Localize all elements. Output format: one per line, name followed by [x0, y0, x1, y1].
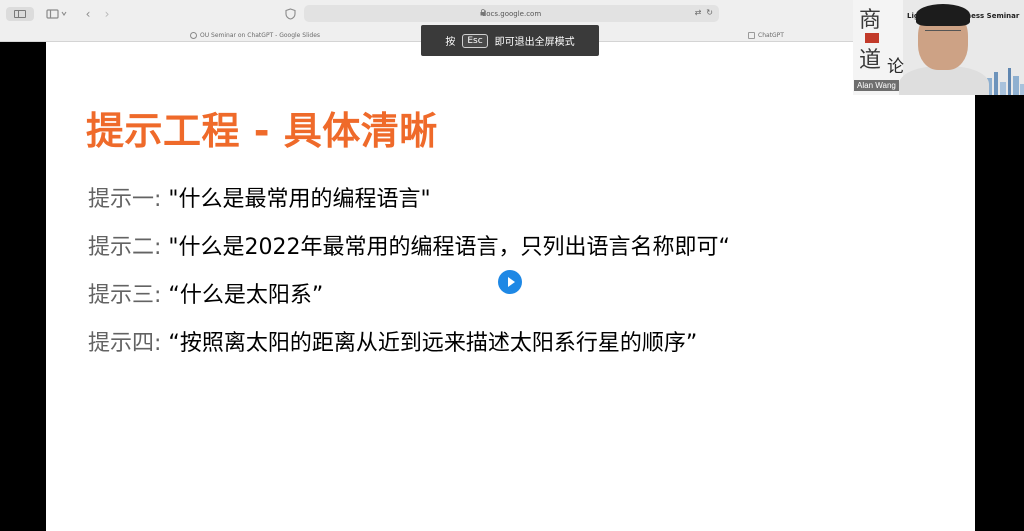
- calligraphy-char: 商: [859, 8, 882, 33]
- prompt-label: 提示四:: [88, 331, 162, 356]
- esc-key-badge: Esc: [462, 33, 488, 48]
- back-icon: ‹: [85, 7, 91, 21]
- prompt-text: “按照离太阳的距离从近到远来描述太阳系行星的顺序”: [161, 331, 698, 356]
- tab-label: OU Seminar on ChatGPT - Google Slides: [200, 31, 321, 39]
- google-favicon-icon: [190, 31, 197, 39]
- banner-title: iness Seminar: [963, 12, 1020, 20]
- calligraphy-char: 论: [887, 57, 904, 77]
- tab-google-slides[interactable]: OU Seminar on ChatGPT - Google Slides: [190, 28, 320, 42]
- shield-icon: [284, 8, 296, 20]
- prompt-text: "什么是最常用的编程语言": [161, 187, 431, 212]
- prompt-item: 提示四: “按照离太阳的距离从近到远来描述太阳系行星的顺序”: [88, 325, 697, 357]
- participant-name-tag: Alan Wang: [854, 80, 899, 91]
- tab-overview-button[interactable]: [46, 7, 68, 21]
- forward-icon: ›: [104, 7, 110, 21]
- sidebar-toggle-button[interactable]: [6, 7, 34, 21]
- prompt-item: 提示一: "什么是最常用的编程语言": [88, 181, 431, 213]
- prompt-label: 提示二:: [88, 235, 162, 260]
- fullscreen-exit-hint: 按 Esc 即可退出全屏模式: [421, 25, 599, 56]
- prompt-label: 提示一:: [88, 187, 162, 212]
- back-button[interactable]: ‹: [82, 7, 94, 21]
- sidebar-icon: [14, 10, 26, 18]
- tab-label: ChatGPT: [758, 31, 784, 39]
- translate-icon[interactable]: ⇄: [695, 8, 702, 17]
- lock-icon: [480, 9, 486, 16]
- webcam-overlay: 商 道 论 Lig iness Seminar Alan Wang: [853, 0, 1024, 95]
- tabs-overview-icon: [46, 9, 67, 19]
- hint-suffix: 即可退出全屏模式: [494, 37, 575, 48]
- privacy-shield-button[interactable]: [284, 7, 296, 21]
- prompt-item: 提示三: “什么是太阳系”: [88, 277, 323, 309]
- play-button[interactable]: [498, 270, 522, 294]
- tab-chatgpt[interactable]: ChatGPT: [748, 28, 784, 42]
- forward-button[interactable]: ›: [101, 7, 113, 21]
- chatgpt-favicon-icon: [748, 31, 755, 39]
- play-icon: [507, 277, 515, 287]
- url-text: docs.google.com: [481, 9, 542, 18]
- calligraphy-char: 道: [859, 48, 882, 73]
- person-shoulders: [899, 66, 989, 95]
- slide-title: 提示工程 - 具体清晰: [86, 109, 438, 153]
- reload-icon[interactable]: ↻: [706, 8, 713, 17]
- prompt-text: “什么是太阳系”: [161, 283, 324, 308]
- prompt-item: 提示二: "什么是2022年最常用的编程语言，只列出语言名称即可“: [88, 229, 730, 261]
- address-bar[interactable]: docs.google.com ⇄ ↻: [304, 5, 719, 22]
- person-hair: [916, 4, 970, 26]
- city-skyline-graphic: [987, 68, 1024, 95]
- prompt-label: 提示三:: [88, 283, 162, 308]
- glasses: [925, 30, 961, 37]
- hint-prefix: 按: [445, 37, 456, 48]
- prompt-text: "什么是2022年最常用的编程语言，只列出语言名称即可“: [161, 235, 730, 260]
